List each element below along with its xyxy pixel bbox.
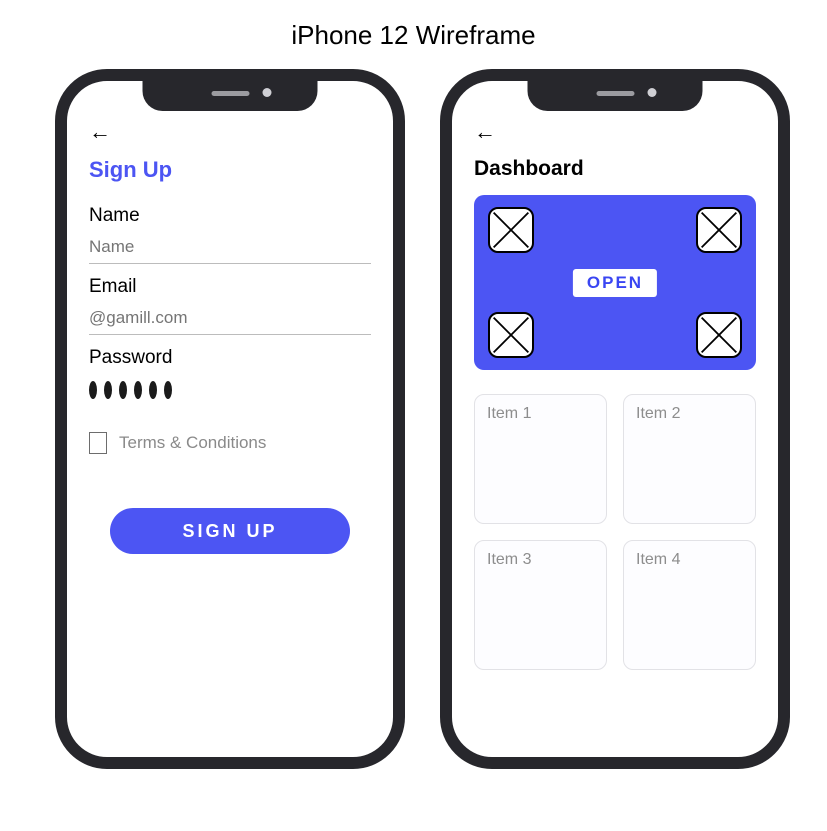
input-password[interactable]	[89, 373, 371, 406]
placeholder-image-icon	[488, 207, 534, 253]
screen-signup: ← Sign Up Name Email Password Terms & Co…	[67, 81, 393, 757]
signup-button[interactable]: SIGN UP	[110, 508, 350, 554]
input-email[interactable]	[89, 302, 371, 335]
screen-dashboard: ← Dashboard OPEN Item 1 Item 2 Item 3 It…	[452, 81, 778, 757]
placeholder-image-icon	[488, 312, 534, 358]
dashboard-grid: Item 1 Item 2 Item 3 Item 4	[474, 394, 756, 670]
input-name[interactable]	[89, 231, 371, 264]
terms-checkbox[interactable]	[89, 432, 107, 454]
card-item-1[interactable]: Item 1	[474, 394, 607, 524]
page-title: iPhone 12 Wireframe	[0, 0, 827, 51]
phone-signup: ← Sign Up Name Email Password Terms & Co…	[55, 69, 405, 769]
card-item-4[interactable]: Item 4	[623, 540, 756, 670]
stage: ← Sign Up Name Email Password Terms & Co…	[0, 51, 827, 831]
back-arrow-icon[interactable]: ←	[89, 121, 371, 143]
label-email: Email	[89, 276, 371, 298]
label-password: Password	[89, 347, 371, 369]
heading-signup: Sign Up	[89, 157, 371, 183]
label-name: Name	[89, 205, 371, 227]
placeholder-image-icon	[696, 207, 742, 253]
card-item-2[interactable]: Item 2	[623, 394, 756, 524]
back-arrow-icon[interactable]: ←	[474, 121, 756, 143]
terms-label: Terms & Conditions	[119, 433, 266, 453]
card-item-3[interactable]: Item 3	[474, 540, 607, 670]
hero-panel: OPEN	[474, 195, 756, 370]
open-button[interactable]: OPEN	[573, 269, 657, 297]
heading-dashboard: Dashboard	[474, 157, 756, 181]
phone-dashboard: ← Dashboard OPEN Item 1 Item 2 Item 3 It…	[440, 69, 790, 769]
terms-row: Terms & Conditions	[89, 432, 371, 454]
placeholder-image-icon	[696, 312, 742, 358]
